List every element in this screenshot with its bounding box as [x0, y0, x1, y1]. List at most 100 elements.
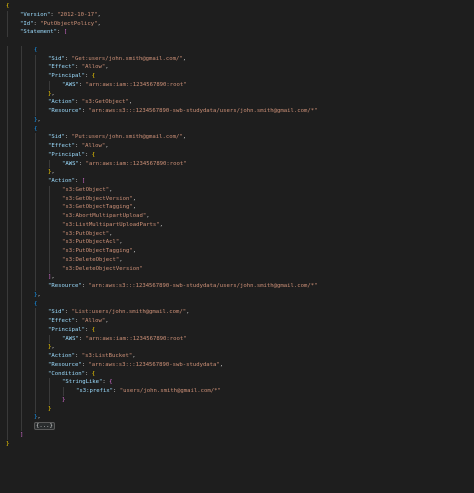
- line-content: "AWS": "arn:aws:iam::1234567890:root": [62, 160, 187, 169]
- json-string: "s3:GetObjectTagging": [62, 204, 133, 211]
- json-string: "s3:GetObjectVersion": [62, 195, 133, 202]
- line-content: "Principal": {: [48, 72, 95, 81]
- indent-guide: [49, 229, 50, 239]
- indent-guide: [21, 203, 22, 212]
- line-content: "s3:PutObject",: [62, 230, 113, 239]
- indent-guide: [21, 299, 22, 309]
- indent-guide: [35, 308, 36, 317]
- punctuation: ,: [97, 20, 101, 27]
- indent-guide: [21, 229, 22, 239]
- code-editor[interactable]: {"Version": "2012-10-17", "Id": "PutObjec…: [0, 0, 474, 493]
- punctuation: :: [78, 81, 86, 88]
- line-content: },: [34, 116, 41, 125]
- indent-guide: [35, 325, 36, 335]
- json-string: "s3:ListMultipartUploadParts": [62, 221, 160, 228]
- indent-guide: [7, 72, 8, 81]
- json-string: "s3:PutObject": [62, 230, 110, 237]
- bracket: {: [34, 300, 38, 307]
- line-content: "Effect": "Allow",: [48, 317, 109, 326]
- indent-guide: [7, 107, 8, 116]
- json-key: "Principal": [48, 73, 86, 79]
- bracket: ]: [20, 431, 24, 438]
- folded-region-button[interactable]: {...}: [34, 422, 55, 430]
- indent-guide: [21, 343, 22, 352]
- json-key: "Effect": [48, 64, 75, 71]
- indent-guide: [35, 395, 36, 405]
- indent-guide: [7, 290, 8, 300]
- indent-guide: [49, 247, 50, 256]
- line-content: "Sid": "Get:users/john.smith@gmail.com/"…: [48, 55, 186, 64]
- json-string: "users/john.smith@gmail.com/*": [119, 388, 221, 394]
- json-key: "Principal": [48, 151, 86, 158]
- indent-guide: [21, 282, 22, 291]
- indent-guide: [7, 404, 8, 414]
- punctuation: :: [74, 64, 82, 71]
- punctuation: :: [85, 151, 92, 158]
- line-content: },: [34, 413, 41, 422]
- line-content: },: [34, 291, 41, 300]
- indent-guide: [35, 220, 36, 230]
- line-content: }: [6, 440, 9, 449]
- punctuation: ,: [119, 239, 123, 246]
- json-key: "Statement": [20, 29, 58, 36]
- punctuation: ,: [119, 256, 123, 263]
- punctuation: ,: [37, 414, 41, 421]
- json-string: "arn:aws:s3:::1234567890-swb-studydata/u…: [88, 108, 318, 114]
- punctuation: ,: [132, 353, 136, 359]
- line-content: "Statement": [: [20, 28, 67, 37]
- indent-guide: [7, 10, 8, 20]
- line-content: "Sid": "List:users/john.smith@gmail.com/…: [48, 308, 189, 317]
- json-string: "s3:ListBucket": [81, 353, 133, 359]
- indent-guide: [7, 334, 8, 344]
- bracket: }: [48, 405, 52, 412]
- line-content: "Id": "PutObjectPolicy",: [20, 20, 101, 29]
- line-content: "AWS": "arn:aws:iam::1234567890:root": [62, 81, 187, 90]
- indent-guide: [35, 264, 36, 274]
- indent-guide: [21, 98, 22, 107]
- indent-guide: [7, 124, 8, 134]
- indent-guide: [35, 133, 36, 142]
- line-content: "StringLike": {: [62, 378, 113, 387]
- indent-guide: [21, 150, 22, 160]
- indent-guide: [35, 98, 36, 107]
- indent-guide: [7, 45, 8, 55]
- indent-guide: [7, 80, 8, 90]
- line-content: "s3:PutObjectTagging",: [62, 247, 136, 256]
- indent-guide: [35, 247, 36, 256]
- indent-guide: [7, 247, 8, 256]
- indent-guide: [49, 395, 50, 405]
- indent-guide: [7, 264, 8, 274]
- indent-guide: [7, 203, 8, 212]
- indent-guide: [7, 273, 8, 282]
- line-content: "Resource": "arn:aws:s3:::1234567890-swb…: [48, 361, 223, 370]
- indent-guide: [7, 387, 8, 396]
- indent-guide: [21, 334, 22, 344]
- indent-guide: [35, 317, 36, 326]
- punctuation: ,: [159, 221, 164, 228]
- line-content: },: [48, 90, 55, 99]
- json-string: "Allow": [81, 318, 106, 324]
- indent-guide: [35, 159, 36, 169]
- json-string: "arn:aws:iam::1234567890:root": [85, 160, 187, 167]
- punctuation: ,: [105, 64, 109, 71]
- indent-guide: [7, 185, 8, 195]
- punctuation: :: [85, 370, 92, 377]
- line-content: },: [48, 343, 55, 352]
- indent-guide: [7, 422, 8, 431]
- line-content: "s3:ListMultipartUploadParts",: [62, 221, 163, 230]
- json-key: "AWS": [62, 81, 79, 88]
- punctuation: :: [113, 388, 120, 394]
- indent-guide: [21, 54, 22, 64]
- punctuation: :: [57, 29, 64, 36]
- indent-guide: [35, 282, 36, 291]
- indent-guide: [21, 133, 22, 142]
- indent-guide: [49, 387, 50, 396]
- indent-guide: [35, 343, 36, 352]
- line-content: "Principal": {: [48, 326, 95, 335]
- indent-guide: [7, 282, 8, 291]
- indent-guide: [21, 290, 22, 300]
- line-content: {...}: [34, 422, 55, 431]
- line-content: "s3:DeleteObjectVersion": [62, 265, 143, 274]
- line-content: "Effect": "Allow",: [48, 142, 109, 151]
- punctuation: ,: [146, 213, 150, 219]
